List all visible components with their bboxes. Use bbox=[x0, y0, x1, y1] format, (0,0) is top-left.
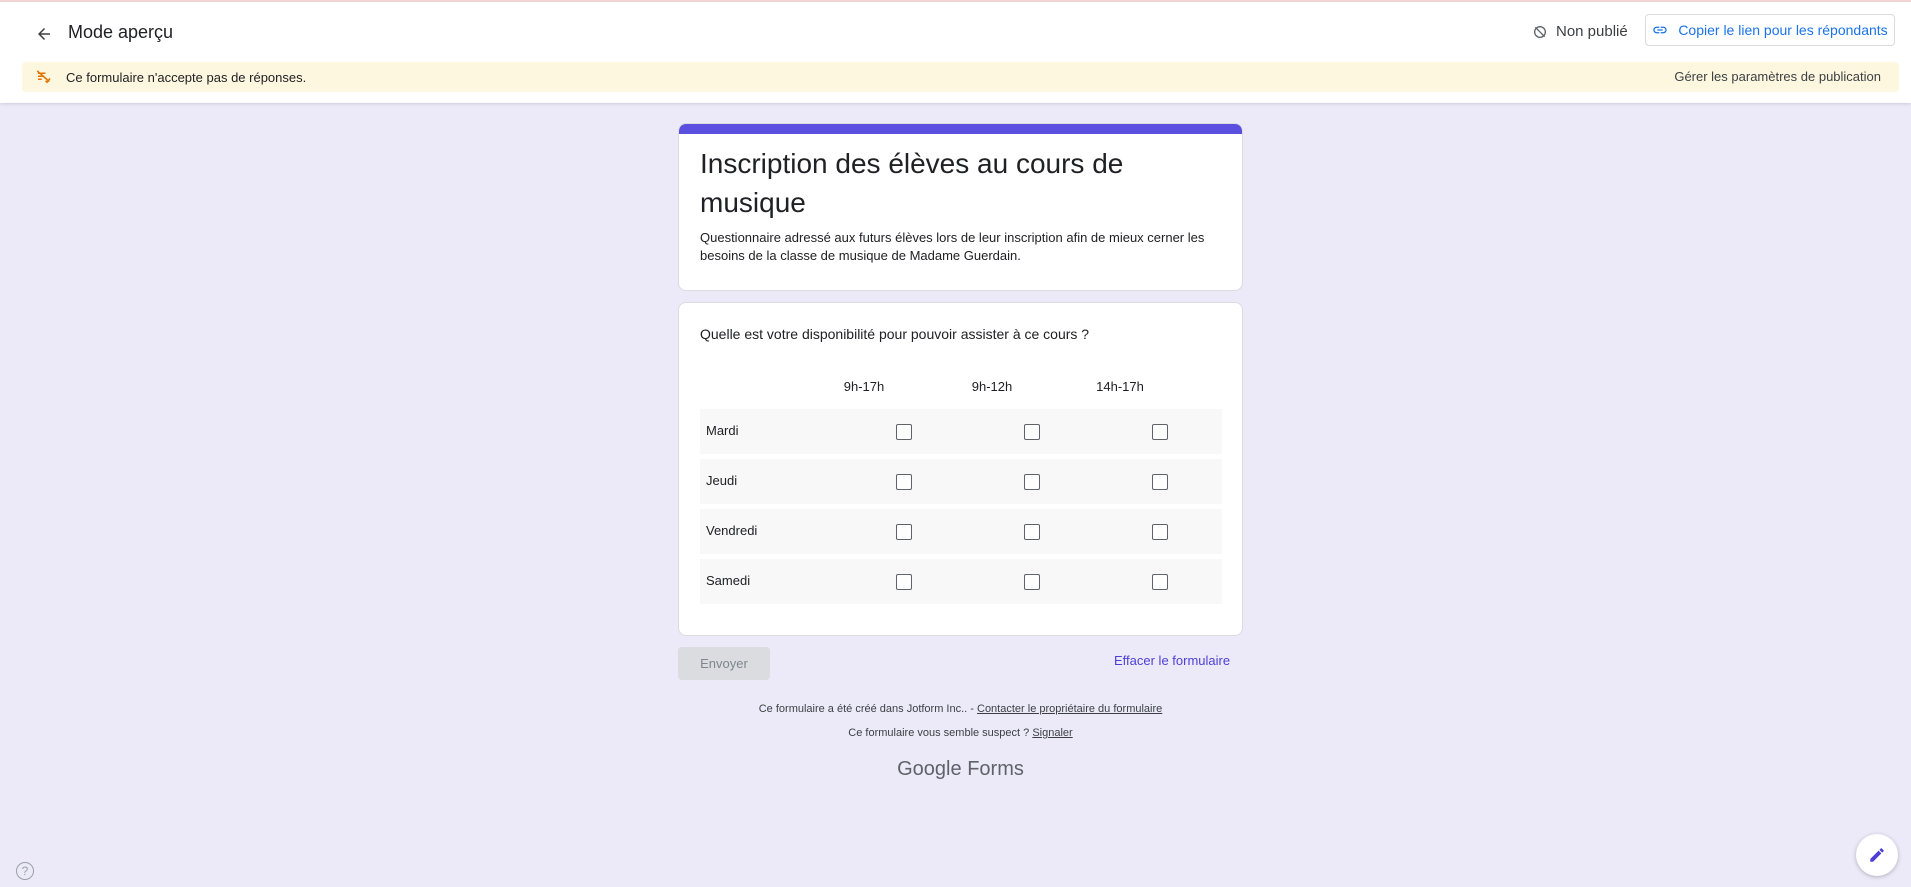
publish-status: Non publié bbox=[1532, 23, 1628, 40]
checkbox[interactable] bbox=[896, 474, 912, 490]
pencil-icon bbox=[1870, 848, 1884, 862]
checkbox[interactable] bbox=[1024, 474, 1040, 490]
checkbox[interactable] bbox=[1024, 524, 1040, 540]
header-accent-bar bbox=[679, 124, 1242, 134]
grid-row: Vendredi bbox=[700, 509, 1222, 554]
row-label: Samedi bbox=[706, 573, 751, 588]
report-link[interactable]: Signaler bbox=[1032, 727, 1072, 739]
checkbox[interactable] bbox=[1152, 524, 1168, 540]
arrow-left-icon bbox=[38, 28, 50, 40]
footer-suspect-text: Ce formulaire vous semble suspect ? bbox=[848, 727, 1033, 739]
footer-created-line: Ce formulaire a été créé dans Jotform In… bbox=[678, 703, 1243, 715]
checkbox[interactable] bbox=[1024, 424, 1040, 440]
copy-link-button[interactable]: Copier le lien pour les répondants bbox=[1645, 14, 1895, 46]
grid-row: Samedi bbox=[700, 559, 1222, 604]
footer-created-text: Ce formulaire a été créé dans Jotform In… bbox=[758, 703, 977, 715]
checkbox[interactable] bbox=[1152, 424, 1168, 440]
back-button[interactable] bbox=[30, 20, 58, 48]
top-bar: Mode aperçu Non publié Copier le lien po… bbox=[0, 0, 1911, 103]
column-label: 9h-17h bbox=[843, 379, 885, 394]
row-label: Jeudi bbox=[706, 473, 738, 488]
checkbox-grid: 9h-17h 9h-12h 14h-17h Mardi Jeudi Vendre… bbox=[700, 371, 1222, 609]
grid-row: Jeudi bbox=[700, 459, 1222, 504]
publish-status-label: Non publié bbox=[1556, 23, 1628, 40]
form-description: Questionnaire adressé aux futurs élèves … bbox=[700, 230, 1205, 263]
google-forms-logo[interactable]: Google Forms bbox=[678, 758, 1243, 781]
column-label: 9h-12h bbox=[971, 379, 1013, 394]
checkbox[interactable] bbox=[896, 424, 912, 440]
row-label: Vendredi bbox=[706, 523, 758, 538]
help-icon: ? bbox=[21, 864, 29, 878]
edit-button[interactable] bbox=[1856, 834, 1898, 876]
footer-suspect-line: Ce formulaire vous semble suspect ? Sign… bbox=[678, 727, 1243, 739]
checkbox[interactable] bbox=[896, 574, 912, 590]
publish-settings-link[interactable]: Gérer les paramètres de publication bbox=[1674, 69, 1881, 84]
copy-link-label: Copier le lien pour les répondants bbox=[1678, 22, 1888, 38]
row-label: Mardi bbox=[706, 423, 739, 438]
visibility-off-icon bbox=[1534, 25, 1546, 38]
no-responses-icon bbox=[34, 67, 54, 87]
checkbox[interactable] bbox=[1152, 474, 1168, 490]
column-label: 14h-17h bbox=[1096, 379, 1144, 394]
clear-form-link[interactable]: Effacer le formulaire bbox=[1114, 653, 1230, 668]
page-title: Mode aperçu bbox=[68, 22, 174, 42]
checkbox[interactable] bbox=[896, 524, 912, 540]
form-header-card: Inscription des élèves au cours de musiq… bbox=[678, 123, 1243, 291]
grid-row: Mardi bbox=[700, 409, 1222, 454]
contact-owner-link[interactable]: Contacter le propriétaire du formulaire bbox=[977, 703, 1162, 715]
not-accepting-banner: Ce formulaire n'accepte pas de réponses.… bbox=[22, 62, 1899, 92]
checkbox[interactable] bbox=[1024, 574, 1040, 590]
help-button[interactable]: ? bbox=[16, 862, 34, 880]
checkbox[interactable] bbox=[1152, 574, 1168, 590]
banner-message: Ce formulaire n'accepte pas de réponses. bbox=[66, 69, 307, 85]
form-title: Inscription des élèves au cours de musiq… bbox=[700, 148, 1124, 218]
logo-forms-text: Forms bbox=[967, 758, 1024, 780]
logo-google-text: Google bbox=[897, 758, 962, 780]
question-title: Quelle est votre disponibilité pour pouv… bbox=[700, 326, 1090, 342]
question-card: Quelle est votre disponibilité pour pouv… bbox=[678, 302, 1243, 636]
grid-header: 9h-17h 9h-12h 14h-17h bbox=[700, 371, 1222, 409]
link-icon bbox=[1653, 26, 1667, 34]
submit-button[interactable]: Envoyer bbox=[678, 647, 770, 680]
